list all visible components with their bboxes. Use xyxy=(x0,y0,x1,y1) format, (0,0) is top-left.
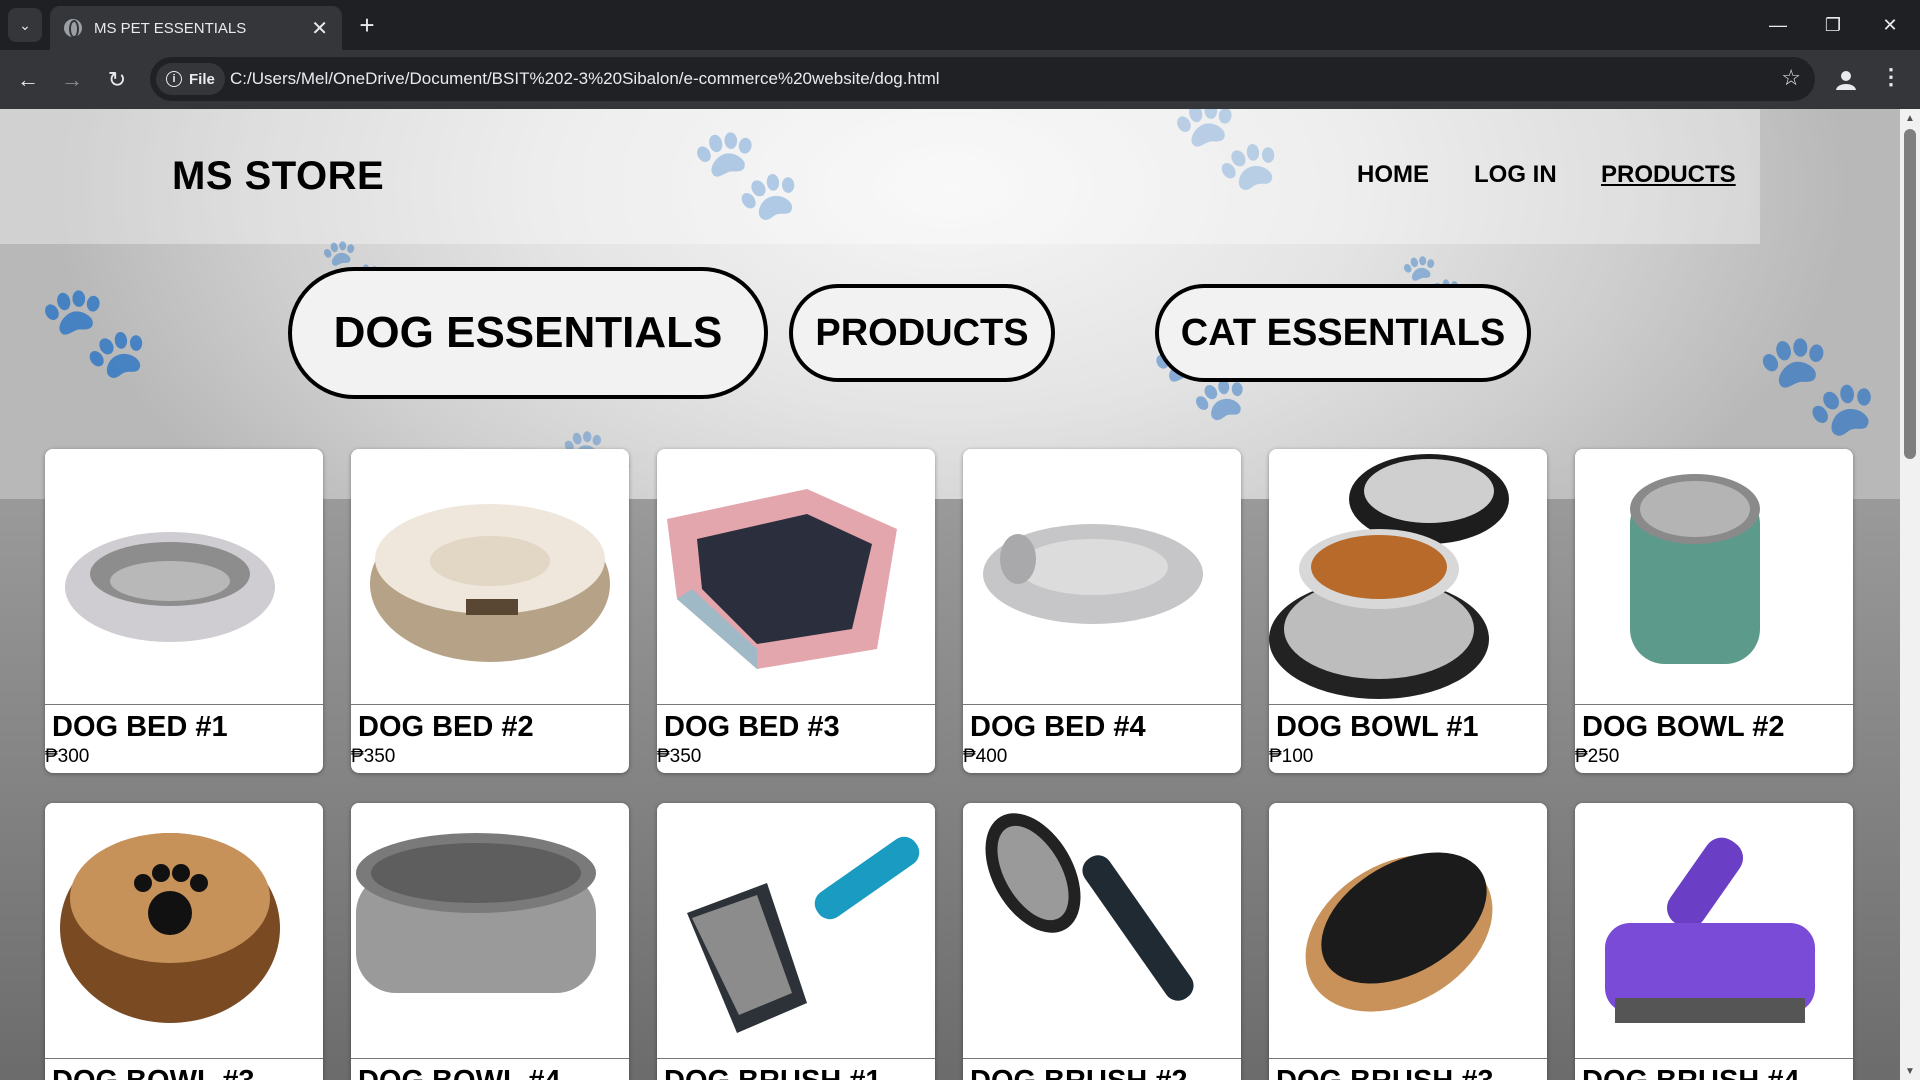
back-button[interactable]: ← xyxy=(10,62,46,98)
nav-products-link[interactable]: PRODUCTS xyxy=(1601,161,1736,189)
product-name: DOG BRUSH #4 xyxy=(1575,1059,1853,1080)
new-tab-button[interactable]: + xyxy=(352,10,382,40)
close-window-button[interactable]: ✕ xyxy=(1870,8,1910,42)
forward-arrow-icon: → xyxy=(61,67,83,92)
tab-search-button[interactable]: ⌄ xyxy=(8,8,42,42)
close-icon[interactable]: ✕ xyxy=(311,16,328,41)
kebab-menu-icon[interactable]: ⋮ xyxy=(1880,64,1902,90)
product-price: ₱400 xyxy=(963,746,1008,767)
page-scrollbar[interactable]: ▲ ▼ xyxy=(1900,109,1920,1080)
product-price: ₱100 xyxy=(1269,746,1314,767)
product-image-dog-brush-3 xyxy=(1269,803,1547,1059)
product-card[interactable]: DOG BRUSH #2 xyxy=(963,803,1241,1080)
info-icon: i xyxy=(166,71,182,87)
product-price: ₱350 xyxy=(351,746,396,767)
cat-essentials-button[interactable]: CAT ESSENTIALS xyxy=(1155,284,1531,382)
star-icon[interactable]: ☆ xyxy=(1781,65,1801,91)
product-image-dog-bed-1 xyxy=(45,449,323,705)
product-name: DOG BOWL #1 xyxy=(1276,711,1479,743)
product-image-dog-bed-4 xyxy=(963,449,1241,705)
product-image-dog-bowl-1 xyxy=(1269,449,1547,705)
nav-login-link[interactable]: LOG IN xyxy=(1474,161,1557,189)
product-card[interactable]: DOG BOWL #2 ₱250 xyxy=(1575,449,1853,773)
product-card[interactable]: DOG BED #2 ₱350 xyxy=(351,449,629,773)
product-card[interactable]: DOG BOWL #1 ₱100 xyxy=(1269,449,1547,773)
product-image-dog-bowl-4 xyxy=(351,803,629,1059)
reload-button[interactable]: ↻ xyxy=(99,62,135,98)
browser-toolbar: ← → ↻ i File C:/Users/Mel/OneDrive/Docum… xyxy=(0,50,1920,109)
url-text[interactable]: C:/Users/Mel/OneDrive/Document/BSIT%202-… xyxy=(230,69,940,89)
product-price: ₱300 xyxy=(45,746,90,767)
product-image-dog-brush-2 xyxy=(963,803,1241,1059)
plus-icon: + xyxy=(359,9,375,40)
tab-title: MS PET ESSENTIALS xyxy=(94,19,247,37)
product-price: ₱350 xyxy=(657,746,702,767)
scrollbar-thumb[interactable] xyxy=(1904,129,1916,459)
scroll-down-icon[interactable]: ▼ xyxy=(1900,1062,1920,1080)
minimize-icon: — xyxy=(1769,14,1787,35)
site-logo[interactable]: MS STORE xyxy=(172,154,384,199)
browser-tabstrip: ⌄ MS PET ESSENTIALS ✕ + — ❐ ✕ xyxy=(0,0,1920,50)
product-card[interactable]: DOG BOWL #4 xyxy=(351,803,629,1080)
forward-button[interactable]: → xyxy=(54,62,90,98)
site-info-chip[interactable]: i File xyxy=(156,63,225,95)
product-card[interactable]: DOG BOWL #3 xyxy=(45,803,323,1080)
close-icon: ✕ xyxy=(1882,14,1898,35)
product-name: DOG BOWL #3 xyxy=(45,1059,323,1080)
product-card[interactable]: DOG BED #3 ₱350 xyxy=(657,449,935,773)
browser-tab[interactable]: MS PET ESSENTIALS ✕ xyxy=(50,6,342,50)
product-name: DOG BED #2 xyxy=(358,711,534,743)
page-viewport: 🐾 🐾 🐾 🐾 🐾 🐾 🐾 🐾 MS STORE HOME LOG IN PRO… xyxy=(0,109,1900,1080)
reload-icon: ↻ xyxy=(107,67,127,92)
back-arrow-icon: ← xyxy=(17,67,39,92)
profile-icon xyxy=(1836,71,1856,90)
product-price: ₱250 xyxy=(1575,746,1620,767)
product-card[interactable]: DOG BRUSH #1 xyxy=(657,803,935,1080)
product-name: DOG BRUSH #2 xyxy=(963,1059,1241,1080)
chevron-down-icon: ⌄ xyxy=(19,16,31,33)
products-button[interactable]: PRODUCTS xyxy=(789,284,1055,382)
paw-print-icon: 🐾 xyxy=(1170,109,1283,194)
product-name: DOG BED #1 xyxy=(52,711,228,743)
product-image-dog-bed-3 xyxy=(657,449,935,705)
minimize-button[interactable]: — xyxy=(1758,8,1798,42)
paw-print-icon: 🐾 xyxy=(38,282,151,382)
dog-essentials-button[interactable]: DOG ESSENTIALS xyxy=(288,267,768,399)
product-name: DOG BRUSH #3 xyxy=(1269,1059,1547,1080)
product-image-dog-brush-1 xyxy=(657,803,935,1059)
scroll-up-icon[interactable]: ▲ xyxy=(1900,109,1920,127)
product-image-dog-bowl-2 xyxy=(1575,449,1853,705)
product-name: DOG BED #4 xyxy=(970,711,1146,743)
product-card[interactable]: DOG BED #4 ₱400 xyxy=(963,449,1241,773)
product-card[interactable]: DOG BED #1 ₱300 xyxy=(45,449,323,773)
product-image-dog-bowl-3 xyxy=(45,803,323,1059)
paw-print-icon: 🐾 xyxy=(1755,328,1880,440)
globe-icon xyxy=(64,19,82,38)
product-card[interactable]: DOG BRUSH #3 xyxy=(1269,803,1547,1080)
profile-button[interactable] xyxy=(1830,66,1862,94)
product-name: DOG BOWL #4 xyxy=(351,1059,629,1080)
address-bar[interactable]: i File C:/Users/Mel/OneDrive/Document/BS… xyxy=(150,57,1815,101)
product-name: DOG BOWL #2 xyxy=(1582,711,1785,743)
product-name: DOG BRUSH #1 xyxy=(657,1059,935,1080)
restore-button[interactable]: ❐ xyxy=(1813,8,1853,42)
paw-print-icon: 🐾 xyxy=(690,124,803,224)
product-card[interactable]: DOG BRUSH #4 xyxy=(1575,803,1853,1080)
restore-icon: ❐ xyxy=(1824,14,1842,35)
product-name: DOG BED #3 xyxy=(664,711,840,743)
chip-label: File xyxy=(189,70,215,88)
nav-home-link[interactable]: HOME xyxy=(1357,161,1429,189)
product-image-dog-brush-4 xyxy=(1575,803,1853,1059)
product-image-dog-bed-2 xyxy=(351,449,629,705)
